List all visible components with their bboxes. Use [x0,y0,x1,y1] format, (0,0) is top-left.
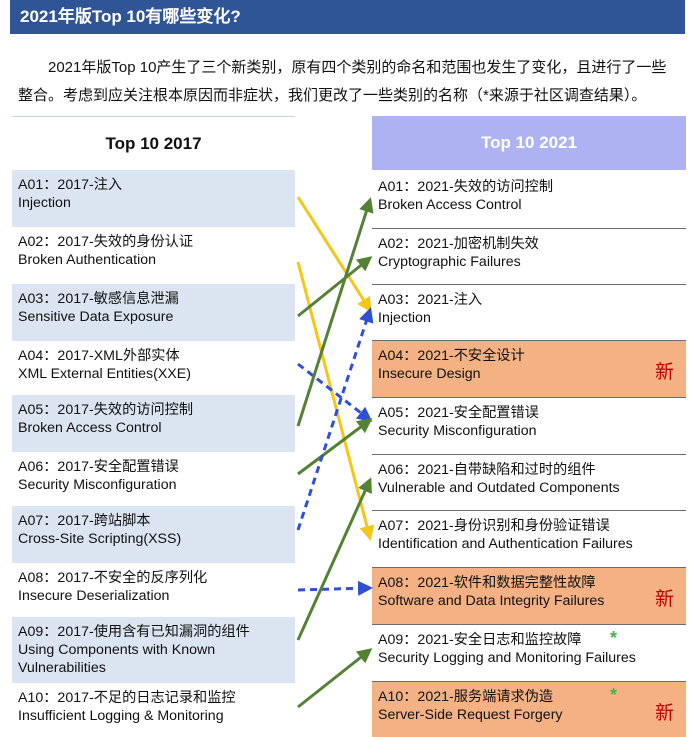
list-item-2017-a02: A02：2017-失效的身份认证 Broken Authentication [12,227,295,284]
list-item-2017-a09: A09：2017-使用含有已知漏洞的组件 Using Components wi… [12,617,295,683]
item-en-label: Identification and Authentication Failur… [378,536,633,552]
item-cn-label: A08：2017-不安全的反序列化 [18,570,208,586]
item-cn-label: A05：2021-安全配置错误 [378,405,539,421]
item-cn-label: A04：2017-XML外部实体 [18,348,180,364]
item-en-label: Sensitive Data Exposure [18,309,174,325]
list-item-2017-a07: A07：2017-跨站脚本 Cross-Site Scripting(XSS) [12,506,295,563]
intro-paragraph: 2021年版Top 10产生了三个新类别，原有四个类别的命名和范围也发生了变化，… [18,59,667,104]
list-item-2021-a01: A01：2021-失效的访问控制 Broken Access Control [372,172,686,229]
list-item-2021-a02: A02：2021-加密机制失效 Cryptographic Failures [372,229,686,285]
item-cn-label: A10：2021-服务端请求伪造 [378,689,554,705]
list-item-2017-a10: A10：2017-不足的日志记录和监控 Insufficient Logging… [12,683,295,737]
item-cn-label: A09：2021-安全日志和监控故障 [378,632,582,648]
left-column-header: Top 10 2017 [12,116,295,171]
item-en-label: Software and Data Integrity Failures [378,593,605,609]
list-item-2021-a06: A06：2021-自带缺陷和过时的组件 Vulnerable and Outda… [372,455,686,511]
right-column-header: Top 10 2021 [372,116,686,170]
new-badge: 新 [654,703,674,724]
list-item-2017-a04: A04：2017-XML外部实体 XML External Entities(X… [12,341,295,395]
item-cn-label: A01：2021-失效的访问控制 [378,179,554,195]
item-cn-label: A06：2017-安全配置错误 [18,459,179,475]
item-en-label: Vulnerable and Outdated Components [378,480,620,496]
item-cn-label: A07：2021-身份识别和身份验证错误 [378,518,610,534]
item-en-label: Using Components with Known [18,642,216,658]
item-cn-label: A06：2021-自带缺陷和过时的组件 [378,462,596,478]
item-en-label: Cryptographic Failures [378,254,521,270]
item-en-label: Injection [378,310,431,326]
item-cn-label: A03：2021-注入 [378,292,483,308]
item-en-label: Injection [18,195,71,211]
item-cn-label: A02：2017-失效的身份认证 [18,234,194,250]
item-cn-label: A01：2017-注入 [18,177,123,193]
item-cn-label: A02：2021-加密机制失效 [378,236,539,252]
arrow-a03-to-a02 [297,256,373,318]
list-item-2017-a06: A06：2017-安全配置错误 Security Misconfiguratio… [12,452,295,506]
arrow-a04-to-a05 [297,362,373,422]
item-en-label: Broken Access Control [378,197,522,213]
item-en-label: Broken Access Control [18,420,162,436]
arrow-a01-to-a03 [296,196,372,313]
item-en-label: Broken Authentication [18,252,157,268]
arrow-a08-to-a08 [297,580,373,596]
item-cn-label: A08：2021-软件和数据完整性故障 [378,575,596,591]
item-en-label: Server-Side Request Forgery [378,707,563,723]
item-cn-label: A03：2017-敏感信息泄漏 [18,291,179,307]
list-item-2021-a03: A03：2021-注入 Injection [372,285,686,341]
new-badge: 新 [654,589,674,610]
item-cn-label: A04：2021-不安全设计 [378,348,525,364]
new-badge: 新 [654,362,674,383]
list-item-2017-a08: A08：2017-不安全的反序列化 Insecure Deserializati… [12,563,295,617]
list-item-2021-a05: A05：2021-安全配置错误 Security Misconfiguratio… [372,398,686,455]
item-cn-label: A05：2017-失效的访问控制 [18,402,194,418]
item-en-label: Security Misconfiguration [18,477,177,493]
page-title: 2021年版Top 10有哪些变化? [10,0,685,34]
list-item-2021-a07: A07：2021-身份识别和身份验证错误 Identification and … [372,511,686,568]
list-item-2017-a03: A03：2017-敏感信息泄漏 Sensitive Data Exposure [12,284,295,341]
item-en-label: Security Misconfiguration [378,423,537,439]
arrow-a02-to-a07 [296,261,375,541]
item-cn-label: A09：2017-使用含有已知漏洞的组件 [18,624,250,640]
list-item-2017-a01: A01：2017-注入 Injection [12,170,295,227]
item-en-label: Insecure Design [378,366,481,382]
arrow-a07-to-a03 [296,307,374,531]
list-item-2021-a04: A04：2021-不安全设计 Insecure Design 新 [372,341,686,398]
survey-star: * [610,628,618,648]
item-en-label-cont: Vulnerabilities [18,660,106,676]
arrow-a06-to-a05 [297,418,373,476]
list-item-2021-a08: A08：2021-软件和数据完整性故障 Software and Data In… [372,568,686,625]
item-en-label: XML External Entities(XXE) [18,366,191,382]
item-en-label: Security Logging and Monitoring Failures [378,650,636,666]
survey-star: * [610,685,618,705]
item-cn-label: A07：2017-跨站脚本 [18,513,151,529]
item-en-label: Insufficient Logging & Monitoring [18,708,224,724]
list-item-2017-a05: A05：2017-失效的访问控制 Broken Access Control [12,395,295,452]
list-item-2021-a10: A10：2021-服务端请求伪造 Server-Side Request For… [372,682,686,737]
arrow-a09-to-a06 [296,477,372,641]
item-en-label: Cross-Site Scripting(XSS) [18,531,182,547]
list-item-2021-a09: A09：2021-安全日志和监控故障 Security Logging and … [372,625,686,682]
item-cn-label: A10：2017-不足的日志记录和监控 [18,690,236,706]
item-en-label: Insecure Deserialization [18,588,170,604]
arrow-a10-to-a09 [297,648,373,709]
arrow-a05-to-a01 [296,197,374,427]
